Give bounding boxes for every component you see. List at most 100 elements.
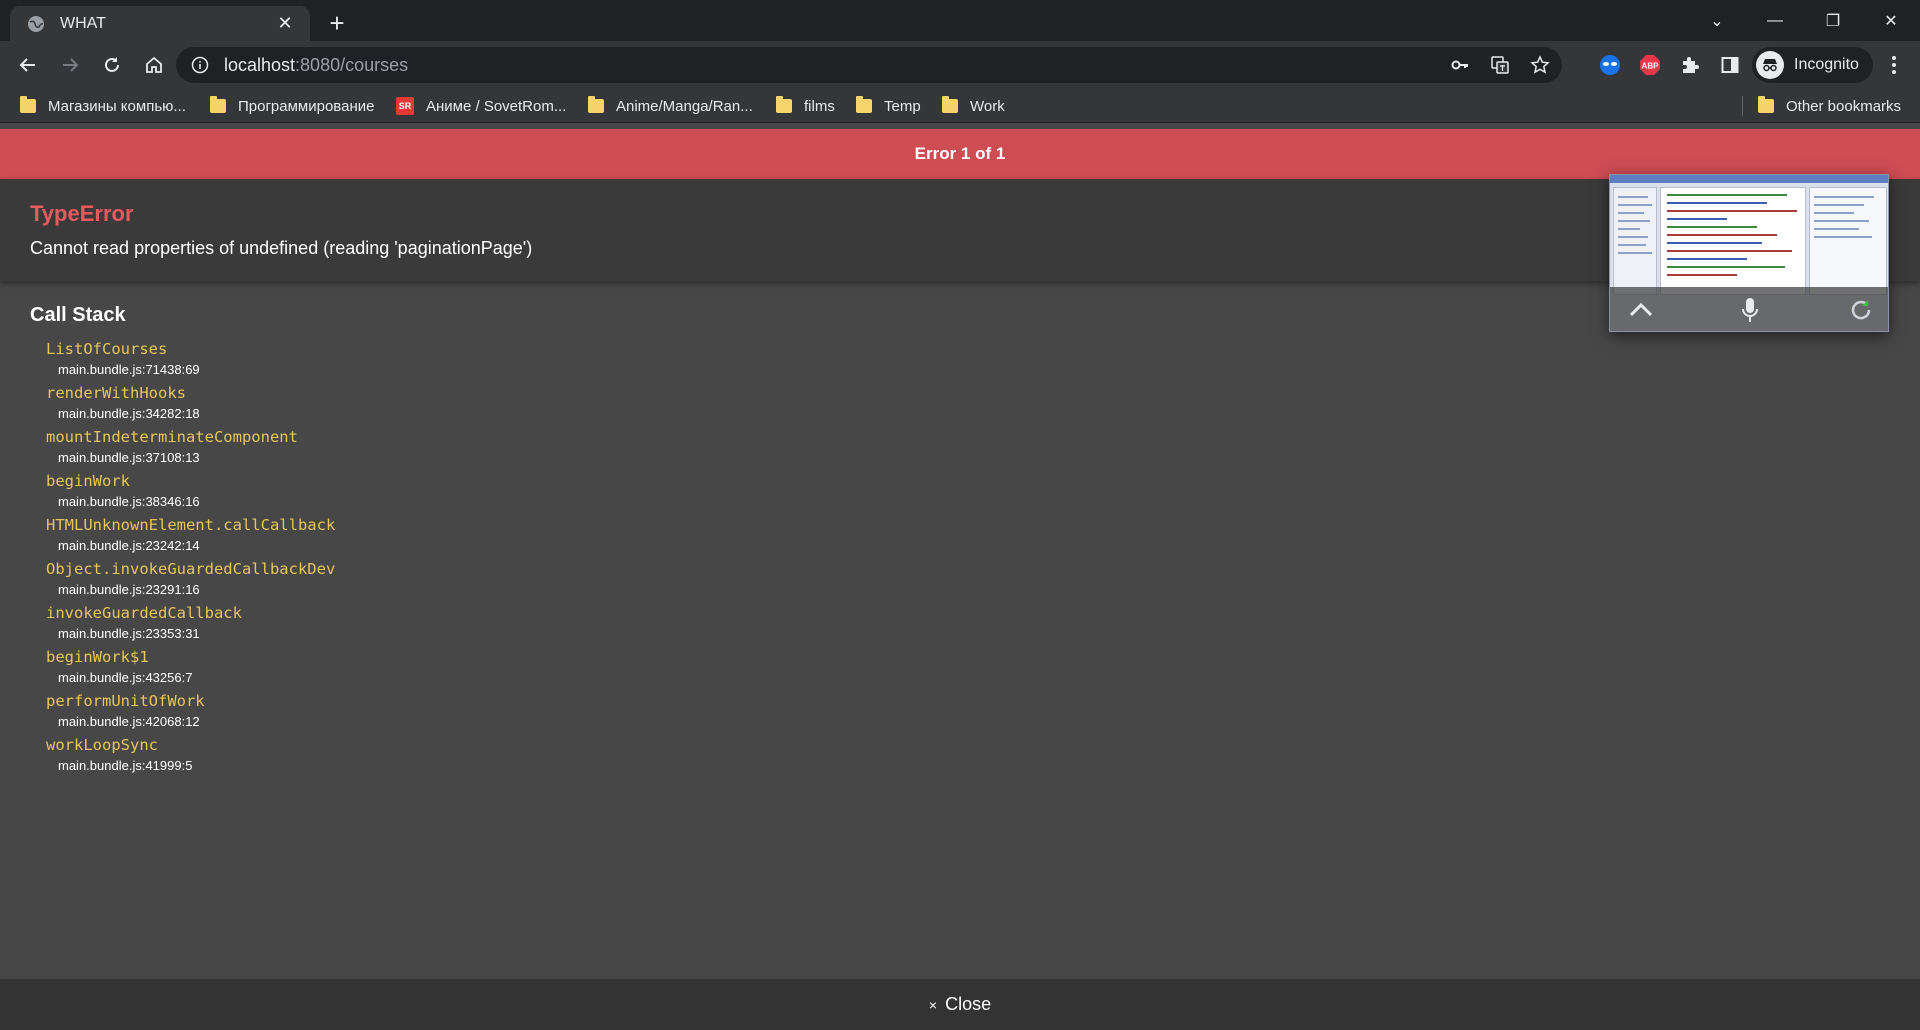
frame-function: renderWithHooks (46, 384, 186, 402)
globe-icon (26, 14, 46, 34)
home-button[interactable] (134, 45, 174, 85)
chevron-up-icon[interactable] (1626, 295, 1656, 325)
stack-frame[interactable]: ListOfCourses main.bundle.js:71438:69 (46, 338, 646, 382)
bookmark-label: Work (970, 97, 1005, 115)
folder-icon (856, 96, 872, 113)
back-button[interactable] (8, 45, 48, 85)
error-type: TypeError (30, 201, 134, 226)
browser-toolbar: localhost:8080/courses ABP Incognito (0, 41, 1920, 89)
frame-function: performUnitOfWork (46, 692, 205, 710)
address-bar[interactable]: localhost:8080/courses (176, 47, 1562, 83)
adblock-plus-label: ABP (1642, 62, 1660, 71)
frame-function: ListOfCourses (46, 340, 168, 358)
url-path: :8080/courses (295, 54, 409, 75)
floating-preview-thumbnail[interactable] (1609, 174, 1889, 332)
frame-location: main.bundle.js:71438:69 (58, 362, 200, 377)
frame-location: main.bundle.js:23291:16 (58, 582, 200, 597)
forward-button[interactable] (50, 45, 90, 85)
frame-function: beginWork (46, 472, 130, 490)
error-counter-header: Error 1 of 1 (0, 129, 1920, 179)
thumbnail-explorer-panel (1613, 187, 1657, 295)
frame-location: main.bundle.js:41999:5 (58, 758, 193, 773)
bookmark-item[interactable]: Программирование (210, 89, 374, 123)
restore-button[interactable]: ❐ (1804, 2, 1862, 40)
tab-close-icon[interactable]: ✕ (274, 13, 296, 35)
key-icon[interactable] (1450, 55, 1470, 75)
bookmark-item[interactable]: Магазины компью... (20, 89, 186, 123)
frame-function: mountIndeterminateComponent (46, 428, 298, 446)
frame-location: main.bundle.js:42068:12 (58, 714, 200, 729)
stack-frame[interactable]: invokeGuardedCallback main.bundle.js:233… (46, 602, 646, 646)
omnibox-actions (1450, 47, 1550, 83)
bookmark-item[interactable]: Anime/Manga/Ran... (588, 89, 753, 123)
side-panel-icon[interactable] (1718, 53, 1742, 77)
bookmark-label: films (804, 97, 835, 115)
translate-icon[interactable] (1490, 55, 1510, 75)
reload-button[interactable] (92, 45, 132, 85)
minimize-button[interactable]: — (1746, 2, 1804, 40)
stack-frame[interactable]: Object.invokeGuardedCallbackDev main.bun… (46, 558, 646, 602)
call-stack-list: ListOfCourses main.bundle.js:71438:69 re… (46, 338, 646, 778)
folder-icon (588, 96, 604, 113)
bookmark-item[interactable]: Temp (856, 89, 921, 123)
error-message: Cannot read properties of undefined (rea… (30, 238, 533, 258)
bookmarks-divider (1742, 96, 1743, 116)
incognito-profile-button[interactable]: Incognito (1752, 47, 1873, 83)
incognito-icon (1756, 51, 1784, 79)
window-close-button[interactable]: ✕ (1862, 2, 1920, 40)
microphone-icon[interactable] (1735, 295, 1765, 325)
bookmark-item[interactable]: SR Аниме / SovetRom... (396, 89, 566, 123)
browser-tab[interactable]: WHAT ✕ (10, 6, 310, 41)
call-stack-title: Call Stack (30, 304, 126, 326)
frame-function: Object.invokeGuardedCallbackDev (46, 560, 336, 578)
adblock-plus-icon[interactable]: ABP (1638, 53, 1662, 77)
sovetromantica-icon: SR (396, 97, 414, 115)
stack-frame[interactable]: beginWork main.bundle.js:38346:16 (46, 470, 646, 514)
frame-location: main.bundle.js:23353:31 (58, 626, 200, 641)
extensions-bar: ABP (1598, 47, 1742, 83)
home-icon (146, 56, 162, 73)
bookmark-item[interactable]: films (776, 89, 835, 123)
puzzle-extensions-icon[interactable] (1678, 53, 1702, 77)
overlay-close-button[interactable]: × Close (0, 979, 1920, 1030)
window-controls: ⌄ — ❐ ✕ (1688, 0, 1920, 41)
mask-extension-icon[interactable] (1598, 53, 1622, 77)
thumbnail-titlebar (1610, 175, 1888, 183)
bookmark-label: Магазины компью... (48, 97, 186, 115)
tab-search-chevron-icon[interactable]: ⌄ (1688, 2, 1746, 40)
stack-frame[interactable]: HTMLUnknownElement.callCallback main.bun… (46, 514, 646, 558)
refresh-icon[interactable] (1846, 295, 1876, 325)
frame-function: workLoopSync (46, 736, 158, 754)
folder-icon (1758, 96, 1774, 113)
site-info-icon[interactable] (190, 55, 210, 75)
stack-frame[interactable]: beginWork$1 main.bundle.js:43256:7 (46, 646, 646, 690)
frame-function: HTMLUnknownElement.callCallback (46, 516, 336, 534)
url-text: localhost:8080/courses (224, 55, 408, 76)
frame-function: invokeGuardedCallback (46, 604, 242, 622)
stack-frame[interactable]: mountIndeterminateComponent main.bundle.… (46, 426, 646, 470)
bookmark-star-icon[interactable] (1530, 55, 1550, 75)
other-bookmarks-label: Other bookmarks (1786, 97, 1902, 115)
stack-frame[interactable]: workLoopSync main.bundle.js:41999:5 (46, 734, 646, 778)
folder-icon (942, 96, 958, 113)
stack-frame[interactable]: renderWithHooks main.bundle.js:34282:18 (46, 382, 646, 426)
folder-icon (776, 96, 792, 113)
arrow-left-icon (19, 58, 35, 72)
tab-strip: WHAT ✕ + ⌄ — ❐ ✕ (0, 0, 1920, 41)
frame-location: main.bundle.js:38346:16 (58, 494, 200, 509)
thumbnail-code-editor (1660, 187, 1806, 295)
other-bookmarks[interactable]: Other bookmarks (1758, 89, 1901, 123)
close-icon: × (928, 996, 938, 1013)
frame-location: main.bundle.js:43256:7 (58, 670, 193, 685)
thumbnail-solution-panel (1809, 187, 1887, 295)
browser-menu-icon[interactable] (1880, 51, 1908, 79)
arrow-right-icon (63, 58, 79, 72)
bookmark-item[interactable]: Work (942, 89, 1005, 123)
folder-icon (20, 96, 36, 113)
bookmark-label: Temp (884, 97, 921, 115)
new-tab-button[interactable]: + (322, 8, 352, 38)
thumbnail-controls (1610, 287, 1888, 331)
frame-function: beginWork$1 (46, 648, 149, 666)
reload-icon (105, 57, 119, 72)
stack-frame[interactable]: performUnitOfWork main.bundle.js:42068:1… (46, 690, 646, 734)
